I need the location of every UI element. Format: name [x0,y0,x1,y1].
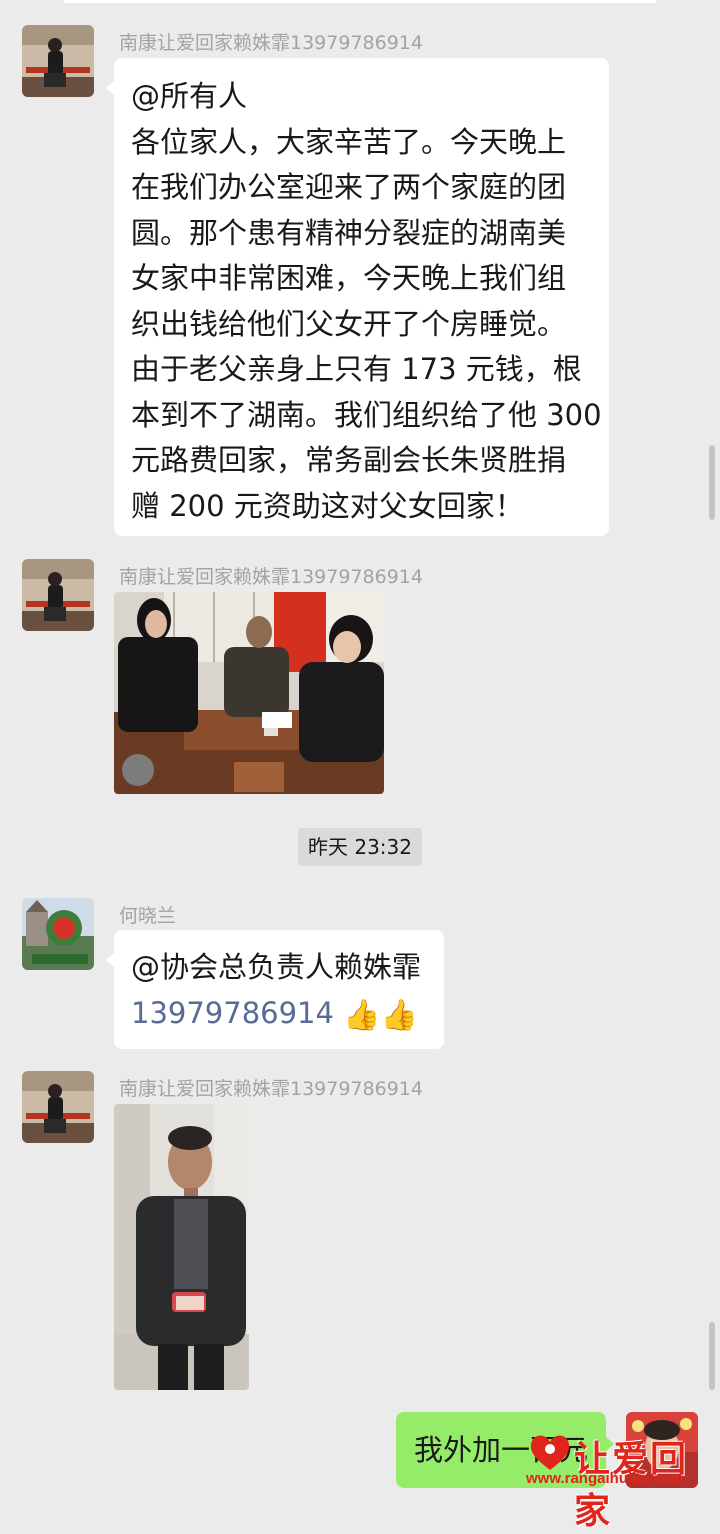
message-line: 本到不了湖南。我们组织给了他 300 [131,397,602,432]
scrollbar-thumb[interactable] [709,1322,715,1390]
mention-text: @协会总负责人赖姝霏 [131,950,422,984]
message-line: 各位家人，大家辛苦了。今天晚上 [131,124,567,159]
message-line: 由于老父亲身上只有 173 元钱，根 [131,352,582,386]
previous-message-edge [64,0,656,3]
thumbs-up-icon: 👍👍 [343,997,418,1033]
message-line: @所有人 [131,79,248,113]
avatar-sender-1[interactable] [22,25,94,97]
message-line: 女家中非常困难，今天晚上我们组 [131,261,567,295]
sender-name: 何晓兰 [119,905,177,927]
scrollbar-thumb[interactable] [709,445,715,520]
avatar-sender-1[interactable] [22,1071,94,1143]
message-line: 赠 200 元资助这对父女回家！ [131,488,524,523]
message-line: 元路费回家，常务副会长朱贤胜捐 [131,443,567,477]
avatar-sender-2[interactable] [22,898,94,970]
text-message-bubble[interactable]: @所有人 各位家人，大家辛苦了。今天晚上 在我们办公室迎来了两个家庭的团 圆。那… [106,58,609,536]
image-message-group-photo[interactable] [114,592,384,794]
phone-number-link[interactable]: 13979786914 [131,996,334,1030]
watermark-url: www.rangaihuijia.com [526,1470,684,1487]
image-message-portrait-photo[interactable] [114,1104,249,1390]
heart-logo-icon [530,1435,570,1470]
sender-name: 南康让爱回家赖姝霏13979786914 [119,32,423,54]
site-watermark: 让爱回家 www.rangaihuijia.com [524,1428,720,1532]
sender-name: 南康让爱回家赖姝霏13979786914 [119,566,423,588]
sender-name: 南康让爱回家赖姝霏13979786914 [119,1078,423,1100]
text-message-bubble[interactable]: @协会总负责人赖姝霏 13979786914 👍👍 [106,930,444,1049]
message-line: 在我们办公室迎来了两个家庭的团 [131,170,567,204]
timestamp-divider: 昨天 23:32 [298,828,422,866]
avatar-sender-1[interactable] [22,559,94,631]
message-line: 织出钱给他们父女开了个房睡觉。 [131,306,567,341]
message-line: 13979786914 👍👍 [131,991,429,1037]
message-line: 圆。那个患有精神分裂症的湖南美 [131,215,567,250]
